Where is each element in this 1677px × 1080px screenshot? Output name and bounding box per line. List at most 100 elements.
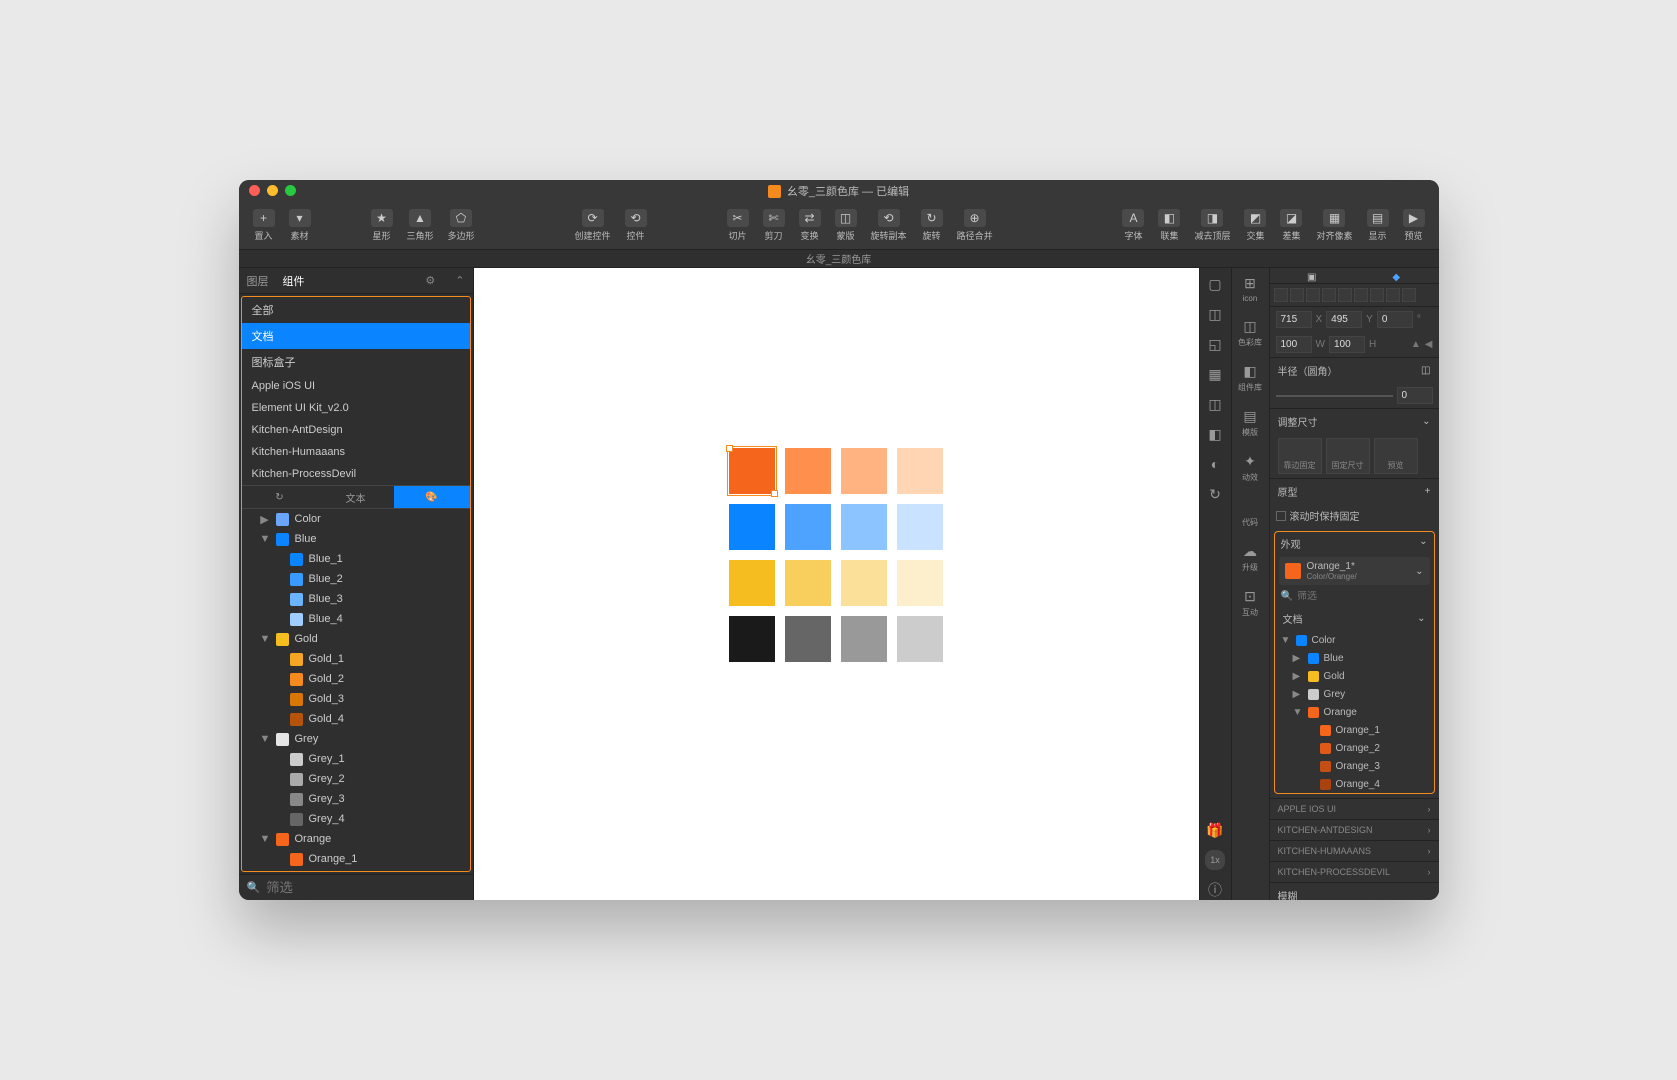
minimize-icon[interactable] bbox=[267, 185, 278, 196]
canvas-swatch[interactable] bbox=[729, 448, 775, 494]
scroll-fix-row[interactable]: 滚动时保持固定 bbox=[1270, 504, 1439, 527]
document-tab[interactable]: 幺零_三颜色库 bbox=[239, 250, 1439, 268]
tree-row[interactable]: Gold_2 bbox=[242, 669, 470, 689]
tab-components[interactable]: 组件 bbox=[283, 273, 305, 289]
align-btn[interactable] bbox=[1306, 288, 1320, 302]
flip-h-icon[interactable]: ▲ bbox=[1411, 339, 1421, 350]
library-item[interactable]: Element UI Kit_v2.0 bbox=[242, 397, 470, 419]
toolbar-button[interactable]: ◪差集 bbox=[1274, 207, 1308, 244]
tree-row[interactable]: ▼Grey bbox=[242, 729, 470, 749]
radius-input[interactable] bbox=[1397, 387, 1433, 404]
canvas-swatch[interactable] bbox=[729, 616, 775, 662]
inspector-lib-row[interactable]: KITCHEN-ANTDESIGN› bbox=[1270, 819, 1439, 840]
help-icon[interactable]: ⓘ bbox=[1205, 880, 1225, 900]
chevron-down-icon[interactable]: ⌄ bbox=[1422, 416, 1430, 427]
appearance-tree-row[interactable]: Orange_2 bbox=[1275, 739, 1434, 757]
collapse-icon[interactable]: ⌃ bbox=[455, 274, 464, 287]
toolbar-button[interactable]: ▲三角形 bbox=[401, 207, 440, 244]
library-item[interactable]: 全部 bbox=[242, 297, 470, 323]
tree-row[interactable]: ▼Orange bbox=[242, 829, 470, 849]
panel-icon[interactable]: ▢ bbox=[1205, 274, 1225, 294]
tree-row[interactable]: Grey_1 bbox=[242, 749, 470, 769]
chevron-down-icon[interactable]: ⌄ bbox=[1417, 613, 1425, 624]
toolbar-button[interactable]: ★星形 bbox=[365, 207, 399, 244]
tree-row[interactable]: ▶Color bbox=[242, 509, 470, 529]
canvas-swatch[interactable] bbox=[785, 560, 831, 606]
align-btn[interactable] bbox=[1386, 288, 1400, 302]
canvas-swatch[interactable] bbox=[729, 504, 775, 550]
flip-v-icon[interactable]: ◀ bbox=[1425, 339, 1433, 350]
tree-row[interactable]: Gold_4 bbox=[242, 709, 470, 729]
toolbar-button[interactable]: ▶预览 bbox=[1397, 207, 1431, 244]
blur-section[interactable]: 模糊 bbox=[1270, 882, 1439, 900]
tree-row[interactable]: Gold_3 bbox=[242, 689, 470, 709]
align-btn[interactable] bbox=[1338, 288, 1352, 302]
panel-icon[interactable]: ↻ bbox=[1205, 484, 1225, 504]
canvas-swatch[interactable] bbox=[729, 560, 775, 606]
r-input[interactable] bbox=[1377, 311, 1413, 328]
panel-icon[interactable]: ▦ bbox=[1205, 364, 1225, 384]
chevron-down-icon[interactable]: ⌄ bbox=[1415, 566, 1423, 577]
tree-row[interactable]: Grey_2 bbox=[242, 769, 470, 789]
tree-row[interactable]: ▼Gold bbox=[242, 629, 470, 649]
canvas-swatch[interactable] bbox=[897, 560, 943, 606]
toggle-text[interactable]: 文本 bbox=[318, 486, 394, 508]
inspector-lib-row[interactable]: KITCHEN-HUMAAANS› bbox=[1270, 840, 1439, 861]
chevron-down-icon[interactable]: ⌄ bbox=[1419, 536, 1427, 551]
canvas-swatch[interactable] bbox=[785, 504, 831, 550]
close-icon[interactable] bbox=[249, 185, 260, 196]
library-item[interactable]: Kitchen-Humaaans bbox=[242, 441, 470, 463]
canvas-swatch[interactable] bbox=[897, 504, 943, 550]
inspector-lib-row[interactable]: APPLE IOS UI› bbox=[1270, 798, 1439, 819]
tree-row[interactable]: Orange_1 bbox=[242, 849, 470, 869]
tool-strip-item[interactable]: ▤模版 bbox=[1236, 407, 1264, 438]
toolbar-button[interactable]: ⟲旋转副本 bbox=[865, 207, 913, 244]
toolbar-button[interactable]: ⇄变换 bbox=[793, 207, 827, 244]
tree-row[interactable]: Grey_3 bbox=[242, 789, 470, 809]
toolbar-button[interactable]: ◧联集 bbox=[1152, 207, 1186, 244]
tool-strip-item[interactable]: 代码 bbox=[1236, 497, 1264, 528]
canvas[interactable] bbox=[474, 268, 1199, 900]
toolbar-button[interactable]: ⟳创建控件 bbox=[569, 207, 617, 244]
toggle-link[interactable]: ↻ bbox=[242, 486, 318, 508]
filter-input[interactable] bbox=[1297, 591, 1429, 602]
align-btn[interactable] bbox=[1274, 288, 1288, 302]
tool-strip-item[interactable]: ⊞icon bbox=[1236, 274, 1264, 303]
tree-row[interactable]: Gold_1 bbox=[242, 649, 470, 669]
tab-arrange[interactable]: ▣ bbox=[1270, 268, 1355, 283]
canvas-swatch[interactable] bbox=[841, 560, 887, 606]
tree-row[interactable]: Blue_2 bbox=[242, 569, 470, 589]
toolbar-button[interactable]: ✂切片 bbox=[721, 207, 755, 244]
toggle-color[interactable]: 🎨 bbox=[394, 486, 470, 508]
tree-row[interactable]: ▼Blue bbox=[242, 529, 470, 549]
plus-icon[interactable]: + bbox=[1425, 486, 1431, 497]
tool-strip-item[interactable]: ⊡互动 bbox=[1236, 587, 1264, 618]
toolbar-button[interactable]: ▤显示 bbox=[1361, 207, 1395, 244]
panel-icon[interactable]: ◫ bbox=[1205, 304, 1225, 324]
inspector-lib-row[interactable]: KITCHEN-PROCESSDEVIL› bbox=[1270, 861, 1439, 882]
align-btn[interactable] bbox=[1322, 288, 1336, 302]
current-swatch[interactable]: Orange_1* Color/Orange/ ⌄ bbox=[1279, 557, 1430, 585]
h-input[interactable] bbox=[1329, 336, 1365, 353]
toolbar-button[interactable]: ↻旋转 bbox=[915, 207, 949, 244]
tree-row[interactable]: Blue_4 bbox=[242, 609, 470, 629]
canvas-swatch[interactable] bbox=[841, 504, 887, 550]
tree-row[interactable]: Grey_4 bbox=[242, 809, 470, 829]
checkbox[interactable] bbox=[1276, 511, 1286, 521]
canvas-swatch[interactable] bbox=[897, 616, 943, 662]
filter-input[interactable] bbox=[266, 880, 464, 895]
appearance-tree-row[interactable]: ▼Color bbox=[1275, 631, 1434, 649]
toolbar-button[interactable]: ⟲控件 bbox=[619, 207, 653, 244]
resize-option[interactable]: 靠边固定 bbox=[1278, 438, 1322, 474]
w-input[interactable] bbox=[1276, 336, 1312, 353]
align-btn[interactable] bbox=[1290, 288, 1304, 302]
toolbar-button[interactable]: ◫蒙版 bbox=[829, 207, 863, 244]
library-item[interactable]: 图标盒子 bbox=[242, 349, 470, 375]
tab-layers[interactable]: 图层 bbox=[247, 273, 269, 289]
appearance-tree-row[interactable]: ▶Blue bbox=[1275, 649, 1434, 667]
align-btn[interactable] bbox=[1354, 288, 1368, 302]
library-item[interactable]: Kitchen-AntDesign bbox=[242, 419, 470, 441]
toolbar-button[interactable]: ⊕路径合并 bbox=[951, 207, 999, 244]
tool-strip-item[interactable]: ◫色彩库 bbox=[1236, 317, 1264, 348]
resize-option[interactable]: 固定尺寸 bbox=[1326, 438, 1370, 474]
